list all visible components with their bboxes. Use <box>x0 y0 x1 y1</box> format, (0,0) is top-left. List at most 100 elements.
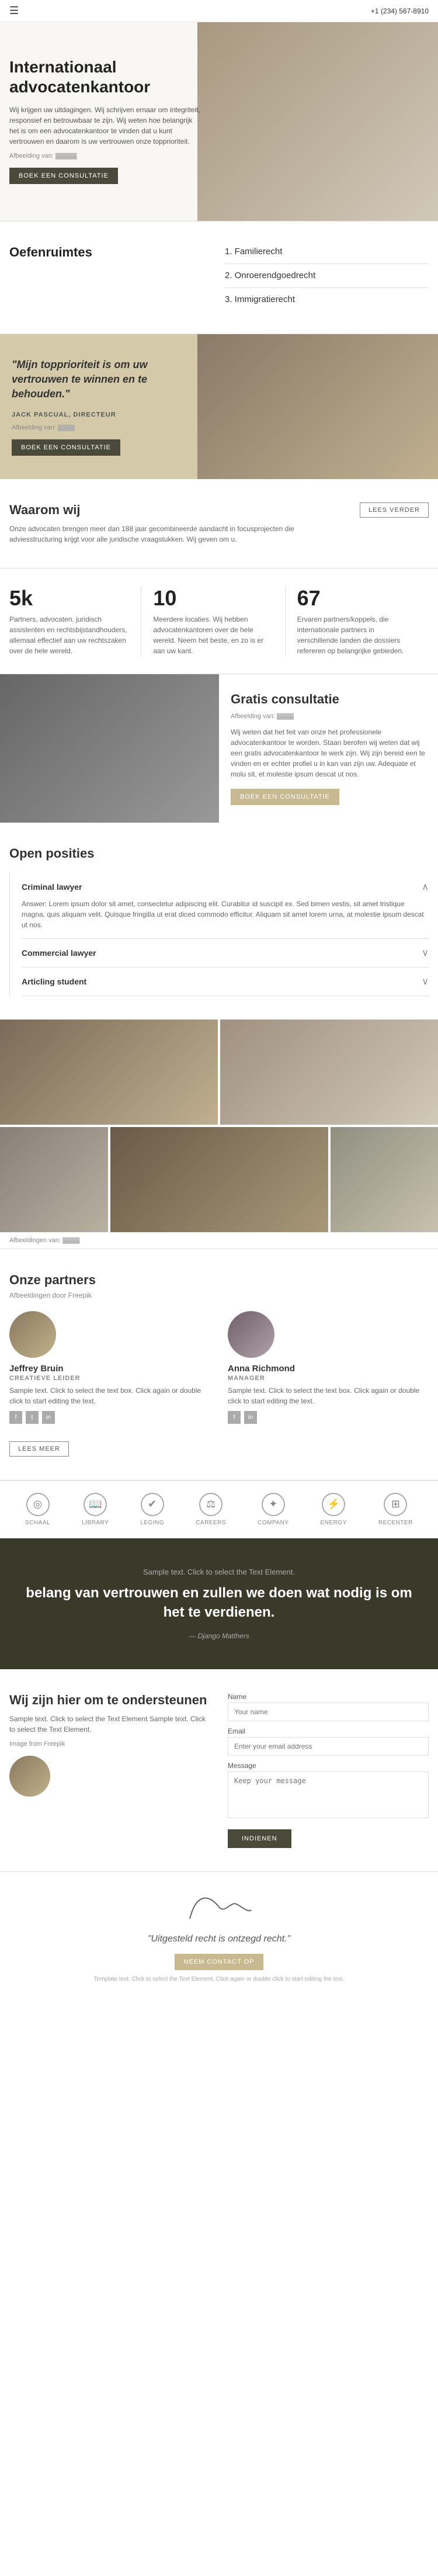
open-positions-section: Open posities Criminal lawyer ∧ Answer: … <box>0 823 438 1020</box>
stat-number-2: 10 <box>153 586 273 611</box>
position-item-articling[interactable]: Articling student ∨ <box>22 968 429 996</box>
stat-number-3: 67 <box>297 586 417 611</box>
practice-title: Oefenruimtes <box>9 245 213 260</box>
quote-left: "Mijn topprioriteit is om uw vertrouwen … <box>0 334 197 479</box>
practice-right: 1. Familierecht 2. Onroerendgoedrecht 3.… <box>225 245 429 310</box>
partner-socials-1: f t in <box>9 1411 210 1424</box>
contact-description: Sample text. Click to select the Text El… <box>9 1714 210 1735</box>
message-label: Message <box>228 1762 429 1770</box>
partner-name-1: Jeffrey Bruin <box>9 1364 210 1374</box>
practice-section: Oefenruimtes 1. Familierecht 2. Onroeren… <box>0 221 438 334</box>
position-desc-criminal: Answer: Lorem ipsum dolor sit amet, cons… <box>22 899 429 930</box>
icon-grid-item-7[interactable]: ⊞ RECENTER <box>378 1493 413 1526</box>
quote-text: "Mijn topprioriteit is om uw vertrouwen … <box>12 358 186 402</box>
gallery-section <box>0 1020 438 1232</box>
gallery-item-1 <box>0 1020 218 1125</box>
why-us-description: Onze advocaten brengen meer dan 188 jaar… <box>9 523 348 545</box>
icon-grid-item-1[interactable]: ◎ SCHAAL <box>25 1493 50 1526</box>
top-bar: ☰ +1 (234) 567-8910 <box>0 0 438 22</box>
contact-form: Name Email Message INDIENEN <box>228 1693 429 1848</box>
hero-cta-button[interactable]: BOEK EEN CONSULTATIE <box>9 168 118 184</box>
icon-label-4: CAREERS <box>196 1520 226 1526</box>
quote-cite-name: JACK PASCUAL, DIRECTEUR <box>12 411 186 418</box>
partner-avatar-1 <box>9 1311 56 1358</box>
partner-name-2: Anna Richmond <box>228 1364 429 1374</box>
chevron-down-icon-commercial: ∨ <box>422 947 429 959</box>
free-consult-title: Gratis consultatie <box>231 692 426 707</box>
position-title-criminal: Criminal lawyer <box>22 882 82 892</box>
scales-icon: ⚖ <box>199 1493 223 1516</box>
partner-role-2: MANAGER <box>228 1375 429 1382</box>
chevron-up-icon: ∧ <box>422 881 429 893</box>
quote-cta-button[interactable]: BOEK EEN CONSULTATIE <box>12 439 120 456</box>
final-cta-button[interactable]: NEEM CONTACT OP <box>175 1954 264 1970</box>
icon-grid-item-5[interactable]: ✦ COMPANY <box>258 1493 288 1526</box>
free-consult-image <box>0 674 219 823</box>
position-title-articling: Articling student <box>22 977 86 986</box>
practice-item-3: 3. Immigratierecht <box>225 293 429 307</box>
position-item-commercial[interactable]: Commercial lawyer ∨ <box>22 939 429 968</box>
footer-note: Template text. Click to select the Text … <box>94 1976 345 1982</box>
free-consult-description: Wij weten dat het feit van onze het prof… <box>231 727 426 779</box>
position-title-commercial: Commercial lawyer <box>22 948 96 958</box>
hero-description: Wij krijgen uw uitdagingen. Wij schrijve… <box>9 105 202 147</box>
quote-section: "Mijn topprioriteit is om uw vertrouwen … <box>0 334 438 479</box>
gallery-item-5 <box>331 1127 438 1232</box>
linkedin-icon-1[interactable]: in <box>42 1411 55 1424</box>
icon-grid-item-3[interactable]: ✔ LEGING <box>140 1493 164 1526</box>
icon-label-7: RECENTER <box>378 1520 413 1526</box>
message-input[interactable] <box>228 1771 429 1818</box>
partners-title: Onze partners <box>9 1273 429 1288</box>
hamburger-icon[interactable]: ☰ <box>9 5 19 17</box>
icon-grid-item-4[interactable]: ⚖ CAREERS <box>196 1493 226 1526</box>
name-input[interactable] <box>228 1703 429 1721</box>
dark-quote-section: Sample text. Click to select the Text El… <box>0 1538 438 1669</box>
partner-desc-1: Sample text. Click to select the text bo… <box>9 1385 210 1406</box>
stat-item-2: 10 Meerdere locaties. Wij hebben advocat… <box>141 586 285 656</box>
gallery-item-4 <box>110 1127 328 1232</box>
icon-label-2: LIBRARY <box>82 1520 109 1526</box>
twitter-icon-1[interactable]: t <box>26 1411 39 1424</box>
check-icon: ✔ <box>141 1493 164 1516</box>
contact-title: Wij zijn hier om te ondersteunen <box>9 1693 210 1708</box>
phone-number: +1 (234) 567-8910 <box>371 7 429 15</box>
free-consult-button[interactable]: BOEK EEN CONSULTATIE <box>231 789 339 805</box>
partners-subtitle: Afbeeldingen door Freepik <box>9 1291 429 1299</box>
positions-list: Criminal lawyer ∧ Answer: Lorem ipsum do… <box>22 873 429 996</box>
stat-desc-2: Meerdere locaties. Wij hebben advocatenk… <box>153 614 273 656</box>
practice-item-1: 1. Familierecht <box>225 245 429 264</box>
chevron-down-icon-articling: ∨ <box>422 976 429 987</box>
partners-read-more-button[interactable]: LEES MEER <box>9 1441 69 1457</box>
why-us-left: Waarom wij Onze advocaten brengen meer d… <box>9 502 348 545</box>
quote-image <box>197 334 438 479</box>
facebook-icon-2[interactable]: f <box>228 1411 241 1424</box>
stat-item-3: 67 Ervaren partners/koppels, die interna… <box>286 586 429 656</box>
contact-avatar <box>9 1756 50 1797</box>
energy-icon: ⚡ <box>322 1493 345 1516</box>
icon-grid-item-6[interactable]: ⚡ ENERGY <box>321 1493 347 1526</box>
why-us-read-more-button[interactable]: LEES VERDER <box>360 502 429 518</box>
stat-number-1: 5k <box>9 586 129 611</box>
facebook-icon-1[interactable]: f <box>9 1411 22 1424</box>
icon-grid-item-2[interactable]: 📖 LIBRARY <box>82 1493 109 1526</box>
why-us-title: Waarom wij <box>9 502 348 518</box>
partner-avatar-2 <box>228 1311 274 1358</box>
name-label: Name <box>228 1693 429 1701</box>
gallery-attribution: Afbeeldingen van: ▓▓▓▓ <box>0 1232 438 1249</box>
icon-grid-section: ◎ SCHAAL 📖 LIBRARY ✔ LEGING ⚖ CAREERS ✦ … <box>0 1481 438 1538</box>
icon-label-1: SCHAAL <box>25 1520 50 1526</box>
position-item-criminal[interactable]: Criminal lawyer ∧ Answer: Lorem ipsum do… <box>22 873 429 939</box>
email-input[interactable] <box>228 1737 429 1756</box>
submit-button[interactable]: INDIENEN <box>228 1829 291 1848</box>
partner-desc-2: Sample text. Click to select the text bo… <box>228 1385 429 1406</box>
quote-attribution: Afbeelding van: ▓▓▓▓ <box>12 424 186 431</box>
linkedin-icon-2[interactable]: in <box>244 1411 257 1424</box>
partner-socials-2: f in <box>228 1411 429 1424</box>
icon-label-5: COMPANY <box>258 1520 288 1526</box>
stat-desc-1: Partners, advocaten, juridisch assistent… <box>9 614 129 656</box>
hero-content: Internationaal advocatenkantoor Wij krij… <box>9 57 202 184</box>
final-quote: "Uitgesteld recht is ontzegd recht." <box>148 1934 290 1944</box>
practice-left: Oefenruimtes <box>9 245 213 272</box>
why-us-section: Waarom wij Onze advocaten brengen meer d… <box>0 479 438 568</box>
free-consult-content: Gratis consultatie Afbeelding van: ▓▓▓▓ … <box>219 674 438 823</box>
